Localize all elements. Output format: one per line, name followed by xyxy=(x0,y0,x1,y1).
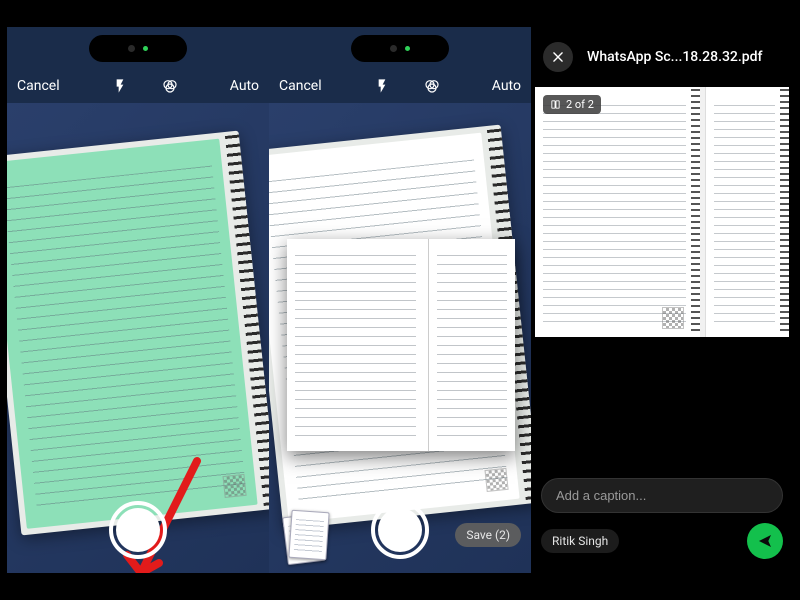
caption-input[interactable] xyxy=(541,478,783,513)
send-button[interactable] xyxy=(747,523,783,559)
filter-icon[interactable] xyxy=(424,76,440,96)
scanner-screen-captured: Cancel Auto xyxy=(269,27,531,573)
page-count-label: 2 of 2 xyxy=(566,98,594,111)
scanned-pages-thumbnail[interactable] xyxy=(285,509,329,561)
cancel-button[interactable]: Cancel xyxy=(17,78,60,94)
camera-dot-icon xyxy=(128,45,135,52)
captured-scan-preview xyxy=(287,239,515,451)
flash-icon[interactable] xyxy=(374,76,390,96)
detected-document-overlay xyxy=(7,131,269,536)
dynamic-island xyxy=(351,35,449,62)
qr-code-icon xyxy=(484,468,508,492)
save-button[interactable]: Save (2) xyxy=(455,523,521,547)
shutter-button[interactable] xyxy=(109,501,167,559)
qr-code-icon xyxy=(222,474,246,498)
page-count-badge: 2 of 2 xyxy=(543,95,601,114)
recipient-chip[interactable]: Ritik Singh xyxy=(541,529,619,553)
camera-viewfinder xyxy=(7,103,269,573)
camera-dot-icon xyxy=(390,45,397,52)
auto-mode-button[interactable]: Auto xyxy=(230,78,259,94)
scanner-screen-initial: Cancel Auto xyxy=(7,27,269,573)
send-footer: Ritik Singh xyxy=(531,478,793,573)
camera-active-indicator-icon xyxy=(405,46,410,51)
camera-active-indicator-icon xyxy=(143,46,148,51)
status-bar xyxy=(269,27,531,69)
auto-mode-button[interactable]: Auto xyxy=(492,78,521,94)
scanner-top-bar: Cancel Auto xyxy=(269,69,531,103)
document-preview[interactable]: 2 of 2 xyxy=(535,87,789,337)
flash-icon[interactable] xyxy=(112,76,128,96)
status-bar xyxy=(7,27,269,69)
whatsapp-send-document-screen: WhatsApp Sc...18.28.32.pdf 2 of 2 Ritik … xyxy=(531,27,793,573)
qr-code-icon xyxy=(662,307,684,329)
camera-viewfinder: Save (2) xyxy=(269,103,531,573)
close-button[interactable] xyxy=(543,42,573,72)
document-filename: WhatsApp Sc...18.28.32.pdf xyxy=(587,49,762,65)
filter-icon[interactable] xyxy=(162,76,178,96)
cancel-button[interactable]: Cancel xyxy=(279,78,322,94)
scanner-top-bar: Cancel Auto xyxy=(7,69,269,103)
dynamic-island xyxy=(89,35,187,62)
shutter-button[interactable] xyxy=(371,501,429,559)
document-header: WhatsApp Sc...18.28.32.pdf xyxy=(531,27,793,87)
